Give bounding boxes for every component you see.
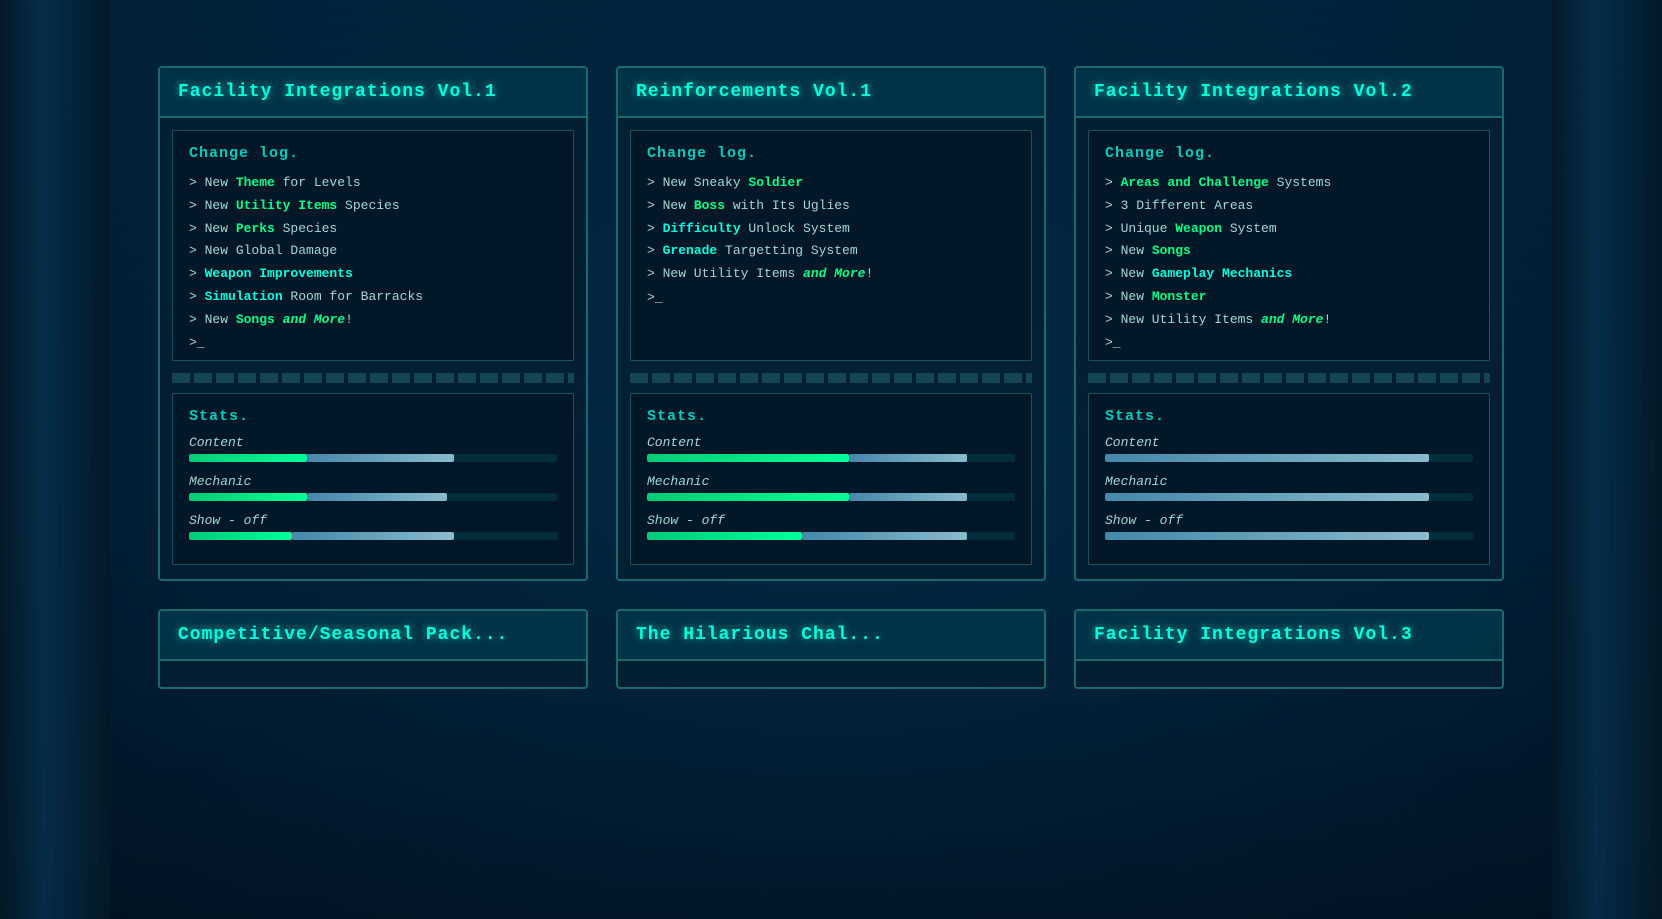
stat-bar-gray-2-0 (1105, 454, 1429, 462)
stat-bar-bg-0-1 (189, 493, 557, 501)
changelog-item-1-0: > New Sneaky Soldier (647, 172, 1015, 195)
changelog-item-2-3: > New Songs (1105, 240, 1473, 263)
bottom-card-title-2: Facility Integrations Vol.3 (1094, 625, 1413, 645)
stat-bar-gray-1-1 (849, 493, 967, 501)
changelog-item-0-0: > New Theme for Levels (189, 172, 557, 195)
stats-label-facility-vol2: Stats. (1105, 408, 1473, 425)
stat-row-2-2: Show - off (1105, 513, 1473, 540)
card-header-facility-vol1: Facility Integrations Vol.1 (160, 68, 586, 118)
card-header-facility-vol2: Facility Integrations Vol.2 (1076, 68, 1502, 118)
stat-label-0-0: Content (189, 435, 557, 450)
stat-bar-gray-2-2 (1105, 532, 1429, 540)
changelog-label-facility-vol1: Change log. (189, 145, 557, 162)
card-reinforcements-vol1: Reinforcements Vol.1 Change log. > New Sne… (616, 66, 1046, 581)
card-facility-vol1: Facility Integrations Vol.1 Change log. > … (158, 66, 588, 581)
changelog-label-facility-vol2: Change log. (1105, 145, 1473, 162)
changelog-item-2-4: > New Gameplay Mechanics (1105, 263, 1473, 286)
stats-facility-vol1: Stats. Content Mechanic Show - off (172, 393, 574, 565)
card-facility-vol2: Facility Integrations Vol.2 Change log. > … (1074, 66, 1504, 581)
stats-reinforcements-vol1: Stats. Content Mechanic Show - off (630, 393, 1032, 565)
bottom-card-title-1: The Hilarious Chal... (636, 625, 884, 645)
changelog-item-1-4: > New Utility Items and More! (647, 263, 1015, 286)
changelog-facility-vol2: Change log. > Areas and Challenge Systems… (1088, 130, 1490, 361)
cursor-line-facility-vol1: >_ (189, 335, 557, 350)
stat-bar-bg-0-2 (189, 532, 557, 540)
bottom-card-title-0: Competitive/Seasonal Pack... (178, 625, 508, 645)
stat-label-1-2: Show - off (647, 513, 1015, 528)
stat-bar-green-0-0 (189, 454, 307, 462)
cursor-line-reinforcements-vol1: >_ (647, 290, 1015, 305)
card-title-reinforcements-vol1: Reinforcements Vol.1 (636, 82, 872, 102)
changelog-item-0-3: > New Global Damage (189, 240, 557, 263)
stat-bar-green-1-0 (647, 454, 849, 462)
stat-bar-gray-0-2 (292, 532, 454, 540)
changelog-item-0-6: > New Songs and More! (189, 309, 557, 332)
divider-facility-vol2 (1088, 373, 1490, 383)
stats-label-reinforcements-vol1: Stats. (647, 408, 1015, 425)
stat-row-1-2: Show - off (647, 513, 1015, 540)
stat-bar-bg-2-0 (1105, 454, 1473, 462)
stat-bar-green-1-2 (647, 532, 802, 540)
stat-bar-green-1-1 (647, 493, 849, 501)
stat-bar-bg-0-0 (189, 454, 557, 462)
main-cards-row: Facility Integrations Vol.1 Change log. > … (120, 66, 1542, 581)
stat-bar-gray-1-0 (849, 454, 967, 462)
stat-label-2-0: Content (1105, 435, 1473, 450)
changelog-item-1-2: > Difficulty Unlock System (647, 218, 1015, 241)
card-header-reinforcements-vol1: Reinforcements Vol.1 (618, 68, 1044, 118)
changelog-item-1-1: > New Boss with Its Uglies (647, 195, 1015, 218)
bottom-card-header-1: The Hilarious Chal... (618, 611, 1044, 661)
bottom-card-header-2: Facility Integrations Vol.3 (1076, 611, 1502, 661)
divider-facility-vol1 (172, 373, 574, 383)
bottom-card-header-0: Competitive/Seasonal Pack... (160, 611, 586, 661)
stat-bar-bg-2-1 (1105, 493, 1473, 501)
stat-bar-gray-0-0 (307, 454, 454, 462)
divider-reinforcements-vol1 (630, 373, 1032, 383)
stat-label-1-1: Mechanic (647, 474, 1015, 489)
stat-row-1-0: Content (647, 435, 1015, 462)
stat-row-2-1: Mechanic (1105, 474, 1473, 501)
changelog-label-reinforcements-vol1: Change log. (647, 145, 1015, 162)
changelog-item-2-2: > Unique Weapon System (1105, 218, 1473, 241)
stat-label-0-2: Show - off (189, 513, 557, 528)
bottom-card-0: Competitive/Seasonal Pack... (158, 609, 588, 689)
stat-label-2-1: Mechanic (1105, 474, 1473, 489)
stat-bar-gray-0-1 (307, 493, 447, 501)
bottom-cards-row: Competitive/Seasonal Pack... The Hilariou… (120, 609, 1542, 689)
changelog-reinforcements-vol1: Change log. > New Sneaky Soldier> New Bos… (630, 130, 1032, 361)
stat-bar-bg-1-1 (647, 493, 1015, 501)
stat-label-2-2: Show - off (1105, 513, 1473, 528)
stat-bar-gray-1-2 (802, 532, 968, 540)
changelog-item-0-2: > New Perks Species (189, 218, 557, 241)
stat-row-0-0: Content (189, 435, 557, 462)
stat-bar-green-0-2 (189, 532, 292, 540)
stat-label-0-1: Mechanic (189, 474, 557, 489)
stats-label-facility-vol1: Stats. (189, 408, 557, 425)
changelog-item-2-6: > New Utility Items and More! (1105, 309, 1473, 332)
stat-bar-bg-1-0 (647, 454, 1015, 462)
stat-bar-green-0-1 (189, 493, 307, 501)
bottom-card-2: Facility Integrations Vol.3 (1074, 609, 1504, 689)
changelog-item-2-5: > New Monster (1105, 286, 1473, 309)
card-title-facility-vol2: Facility Integrations Vol.2 (1094, 82, 1413, 102)
bottom-card-1: The Hilarious Chal... (616, 609, 1046, 689)
changelog-item-0-5: > Simulation Room for Barracks (189, 286, 557, 309)
stat-row-2-0: Content (1105, 435, 1473, 462)
card-title-facility-vol1: Facility Integrations Vol.1 (178, 82, 497, 102)
stat-bar-bg-2-2 (1105, 532, 1473, 540)
stat-row-1-1: Mechanic (647, 474, 1015, 501)
changelog-item-0-4: > Weapon Improvements (189, 263, 557, 286)
stats-facility-vol2: Stats. Content Mechanic Show - off (1088, 393, 1490, 565)
stat-row-0-2: Show - off (189, 513, 557, 540)
changelog-item-2-0: > Areas and Challenge Systems (1105, 172, 1473, 195)
changelog-item-0-1: > New Utility Items Species (189, 195, 557, 218)
stat-label-1-0: Content (647, 435, 1015, 450)
stat-row-0-1: Mechanic (189, 474, 557, 501)
changelog-item-2-1: > 3 Different Areas (1105, 195, 1473, 218)
changelog-item-1-3: > Grenade Targetting System (647, 240, 1015, 263)
changelog-facility-vol1: Change log. > New Theme for Levels> New U… (172, 130, 574, 361)
stat-bar-bg-1-2 (647, 532, 1015, 540)
stat-bar-gray-2-1 (1105, 493, 1429, 501)
cursor-line-facility-vol2: >_ (1105, 335, 1473, 350)
